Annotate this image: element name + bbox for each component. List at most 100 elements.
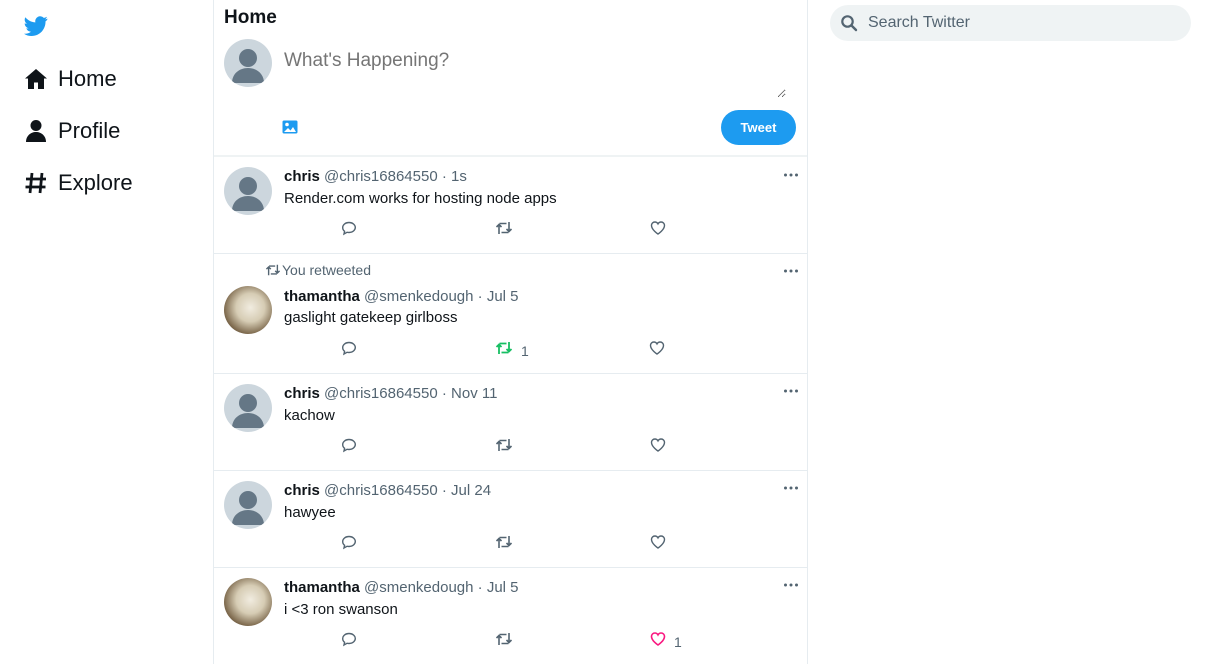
reply-icon	[341, 631, 357, 652]
tweet-header: chris @chris16864550 · 1s	[284, 168, 467, 185]
tweet-time[interactable]: Jul 5	[487, 579, 519, 596]
heart-icon	[650, 631, 666, 652]
retweet-count: 1	[521, 342, 529, 359]
author-name[interactable]: thamantha	[284, 579, 360, 596]
more-options-icon[interactable]	[782, 166, 800, 184]
tweet-text: kachow	[284, 407, 335, 424]
tweet-time[interactable]: Nov 11	[451, 385, 497, 402]
author-handle[interactable]: @smenkedough	[364, 288, 473, 305]
tweet-text: hawyee	[284, 504, 336, 521]
separator: ·	[441, 482, 447, 499]
author-handle[interactable]: @smenkedough	[364, 579, 473, 596]
like-button[interactable]	[650, 220, 666, 241]
tweet-time[interactable]: Jul 24	[451, 482, 491, 499]
more-options-icon[interactable]	[782, 479, 800, 497]
tweet[interactable]: You retweeted thamantha @smenkedough · J…	[214, 254, 807, 374]
tweet-header: thamantha @smenkedough · Jul 5	[284, 288, 519, 305]
hashtag-icon	[24, 171, 48, 195]
more-options-icon[interactable]	[782, 382, 800, 400]
reply-icon	[341, 437, 357, 458]
tweet[interactable]: chris @chris16864550 · Nov 11 kachow	[214, 374, 807, 471]
more-options-icon[interactable]	[782, 262, 800, 280]
reply-button[interactable]	[341, 631, 357, 652]
reply-button[interactable]	[341, 534, 357, 555]
compose-input[interactable]	[284, 50, 786, 98]
avatar[interactable]	[224, 384, 272, 432]
twitter-logo-icon[interactable]	[24, 14, 48, 38]
tweet-text: gaslight gatekeep girlboss	[284, 309, 458, 326]
reply-icon	[341, 340, 357, 361]
tweet-time[interactable]: 1s	[451, 168, 467, 185]
author-name[interactable]: chris	[284, 385, 320, 402]
retweet-icon	[495, 340, 513, 361]
retweet-icon	[495, 437, 513, 458]
like-button[interactable]	[650, 534, 666, 555]
heart-icon	[649, 340, 665, 361]
retweet-icon	[495, 220, 513, 241]
separator: ·	[477, 579, 483, 596]
reply-button[interactable]	[341, 340, 357, 361]
tweet-time[interactable]: Jul 5	[487, 288, 519, 305]
tweet-header: thamantha @smenkedough · Jul 5	[284, 579, 519, 596]
avatar[interactable]	[224, 481, 272, 529]
retweet-button[interactable]	[495, 220, 513, 241]
like-count: 1	[674, 633, 682, 650]
separator: ·	[441, 385, 447, 402]
avatar[interactable]	[224, 39, 272, 87]
more-options-icon[interactable]	[782, 576, 800, 594]
retweet-banner: You retweeted	[264, 262, 371, 278]
sidebar-item-explore[interactable]: Explore	[24, 170, 133, 196]
sidebar-item-profile[interactable]: Profile	[24, 118, 120, 144]
sidebar-item-label: Explore	[58, 170, 133, 195]
retweet-icon	[495, 534, 513, 555]
avatar[interactable]	[224, 167, 272, 215]
sidebar-item-label: Home	[58, 66, 117, 91]
search-input[interactable]	[866, 13, 1170, 33]
tweet-header: chris @chris16864550 · Nov 11	[284, 385, 497, 402]
author-handle[interactable]: @chris16864550	[324, 168, 438, 185]
reply-icon	[341, 220, 357, 241]
sidebar: Home Profile Explore	[0, 0, 213, 664]
like-button[interactable]	[650, 437, 666, 458]
author-name[interactable]: chris	[284, 168, 320, 185]
retweet-banner-label: You retweeted	[282, 262, 371, 278]
retweet-button[interactable]: 1	[495, 340, 529, 361]
author-name[interactable]: chris	[284, 482, 320, 499]
tweet[interactable]: thamantha @smenkedough · Jul 5 i <3 ron …	[214, 568, 807, 664]
author-handle[interactable]: @chris16864550	[324, 385, 438, 402]
author-name[interactable]: thamantha	[284, 288, 360, 305]
separator: ·	[441, 168, 447, 185]
retweet-button[interactable]	[495, 631, 513, 652]
heart-icon	[650, 220, 666, 241]
retweet-button[interactable]	[495, 534, 513, 555]
author-handle[interactable]: @chris16864550	[324, 482, 438, 499]
reply-icon	[341, 534, 357, 555]
avatar[interactable]	[224, 286, 272, 334]
user-icon	[24, 119, 48, 143]
reply-button[interactable]	[341, 220, 357, 241]
image-icon[interactable]	[282, 119, 298, 135]
tweet-header: chris @chris16864550 · Jul 24	[284, 482, 491, 499]
sidebar-item-home[interactable]: Home	[24, 66, 117, 92]
tweet-text: i <3 ron swanson	[284, 601, 398, 618]
avatar[interactable]	[224, 578, 272, 626]
separator: ·	[477, 288, 483, 305]
search-icon	[840, 14, 858, 32]
reply-button[interactable]	[341, 437, 357, 458]
retweet-button[interactable]	[495, 437, 513, 458]
sidebar-item-label: Profile	[58, 118, 121, 143]
main-timeline: Home Tweet chris @chris16864550 · 1s Ren…	[213, 0, 808, 664]
tweet[interactable]: chris @chris16864550 · Jul 24 hawyee	[214, 471, 807, 568]
like-button[interactable]	[649, 340, 665, 361]
tweet-button[interactable]: Tweet	[721, 110, 796, 145]
tweet-text: Render.com works for hosting node apps	[284, 190, 557, 207]
tweet[interactable]: chris @chris16864550 · 1s Render.com wor…	[214, 157, 807, 254]
search-box[interactable]	[830, 5, 1191, 41]
heart-icon	[650, 534, 666, 555]
retweet-icon	[264, 263, 282, 277]
page-title: Home	[224, 7, 277, 28]
home-icon	[24, 67, 48, 91]
like-button[interactable]: 1	[650, 631, 682, 652]
retweet-icon	[495, 631, 513, 652]
heart-icon	[650, 437, 666, 458]
